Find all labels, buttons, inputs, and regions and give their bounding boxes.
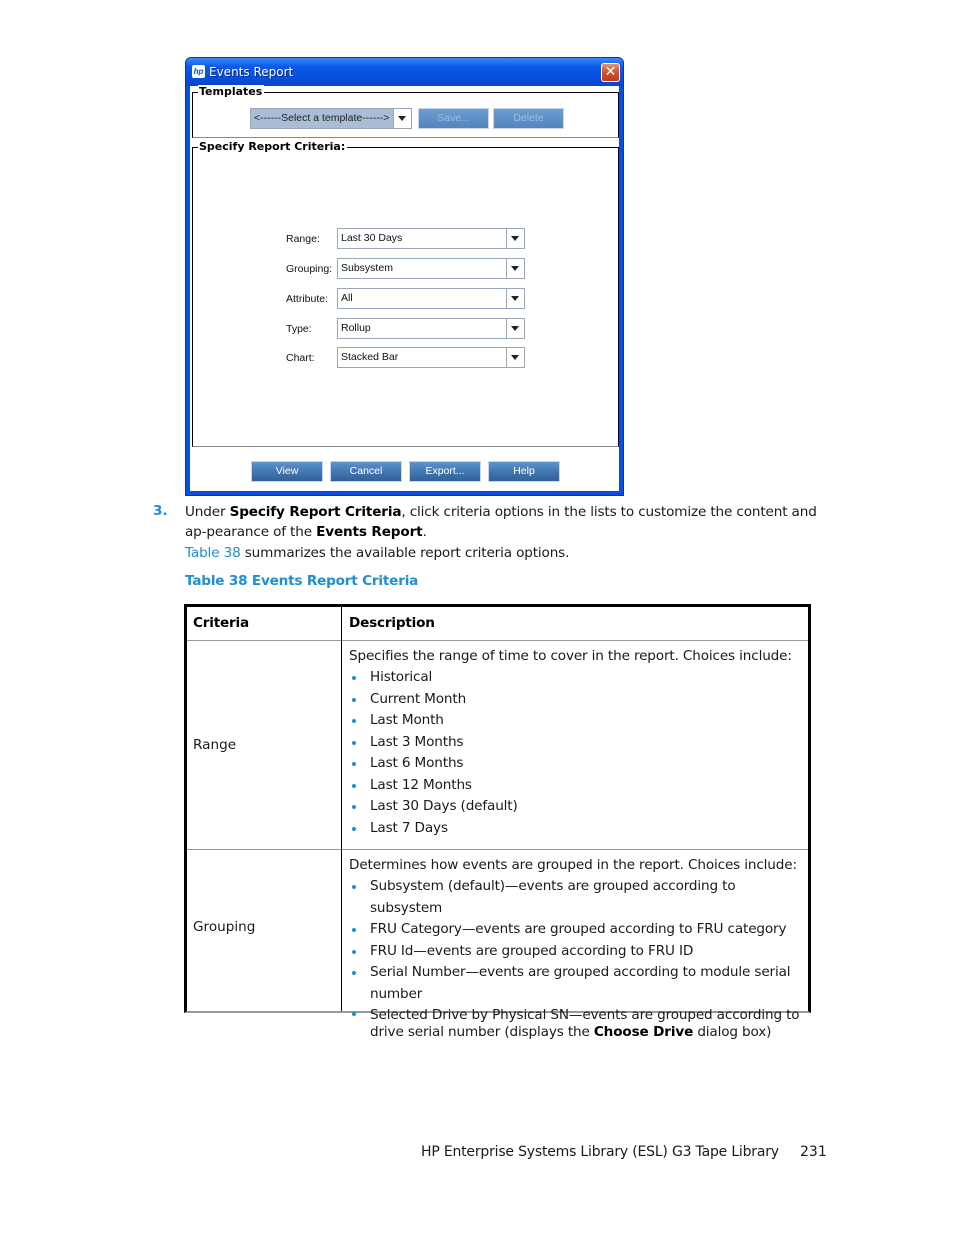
templates-group: Templates <------Select a template------… bbox=[192, 85, 619, 138]
list-item: Last 12 Months bbox=[349, 775, 802, 797]
list-item: Subsystem (default)—events are grouped a… bbox=[349, 876, 802, 919]
description-cell: Determines how events are grouped in the… bbox=[349, 855, 802, 1041]
help-button[interactable]: Help bbox=[488, 461, 560, 482]
table-link[interactable]: Table 38 bbox=[185, 545, 241, 561]
list-item: Selected Drive by Physical SN—events are… bbox=[349, 1005, 802, 1041]
list-item: Last 7 Days bbox=[349, 818, 802, 840]
events-report-dialog: hp Events Report ✕ Templates <------Sele… bbox=[185, 57, 624, 496]
step-instruction: Under Specify Report Criteria, click cri… bbox=[185, 503, 825, 542]
type-label: Type: bbox=[286, 323, 312, 335]
view-button[interactable]: View bbox=[251, 461, 323, 482]
list-item: Last Month bbox=[349, 710, 802, 732]
list-item: Last 6 Months bbox=[349, 753, 802, 775]
grouping-select-value: Subsystem bbox=[341, 262, 393, 274]
chevron-down-icon[interactable] bbox=[506, 289, 524, 308]
step-bold-term: Events Report bbox=[316, 523, 423, 540]
list-item: Current Month bbox=[349, 689, 802, 711]
chart-label: Chart: bbox=[286, 352, 315, 364]
step-bold-term: Specify Report Criteria bbox=[229, 504, 402, 520]
close-icon[interactable]: ✕ bbox=[601, 63, 620, 82]
report-criteria-legend: Specify Report Criteria: bbox=[198, 140, 348, 154]
attribute-select[interactable]: All bbox=[337, 288, 525, 309]
hp-logo-icon: hp bbox=[192, 65, 205, 78]
grouping-select[interactable]: Subsystem bbox=[337, 258, 525, 279]
list-item: Last 3 Months bbox=[349, 732, 802, 754]
list-item-text: dialog box) bbox=[693, 1024, 772, 1040]
criteria-cell: Grouping bbox=[193, 919, 256, 935]
list-item: FRU Category—events are grouped accordin… bbox=[349, 919, 802, 941]
attribute-select-value: All bbox=[341, 292, 353, 304]
template-select[interactable]: <------Select a template------> bbox=[250, 108, 412, 129]
title-bar[interactable]: hp Events Report ✕ bbox=[186, 58, 623, 86]
delete-button[interactable]: Delete bbox=[493, 108, 564, 129]
page-number: 231 bbox=[800, 1144, 827, 1160]
range-select-value: Last 30 Days bbox=[341, 232, 403, 244]
type-select-value: Rollup bbox=[341, 322, 371, 334]
step-text: Under bbox=[185, 504, 230, 520]
attribute-label: Attribute: bbox=[286, 293, 329, 305]
choices-list: Subsystem (default)—events are grouped a… bbox=[349, 876, 802, 1041]
template-select-value: <------Select a template------> bbox=[254, 112, 390, 124]
chart-select[interactable]: Stacked Bar bbox=[337, 347, 525, 368]
report-criteria-group: Specify Report Criteria: Range: Last 30 … bbox=[192, 140, 619, 447]
step-text: . bbox=[422, 523, 427, 540]
grouping-label: Grouping: bbox=[286, 263, 333, 275]
chevron-down-icon[interactable] bbox=[393, 109, 411, 128]
criteria-table: Criteria Description Range Specifies the… bbox=[184, 604, 811, 1040]
step-number: 3. bbox=[153, 503, 168, 519]
summary-paragraph: Table 38 summarizes the available report… bbox=[185, 545, 569, 561]
chevron-down-icon[interactable] bbox=[506, 348, 524, 367]
table-row: Range Specifies the range of time to cov… bbox=[187, 640, 808, 850]
chevron-down-icon[interactable] bbox=[506, 259, 524, 278]
list-item: Serial Number—events are grouped accordi… bbox=[349, 962, 802, 1005]
footer-title: HP Enterprise Systems Library (ESL) G3 T… bbox=[421, 1144, 779, 1160]
table-caption: Table 38 Events Report Criteria bbox=[185, 573, 419, 589]
criteria-cell: Range bbox=[193, 737, 237, 753]
description-intro: Determines how events are grouped in the… bbox=[349, 857, 797, 873]
choices-list: Historical Current Month Last Month Last… bbox=[349, 667, 802, 839]
description-intro: Specifies the range of time to cover in … bbox=[349, 648, 792, 664]
list-item: Last 30 Days (default) bbox=[349, 796, 802, 818]
save-button[interactable]: Save... bbox=[418, 108, 489, 129]
export-button[interactable]: Export... bbox=[409, 461, 481, 482]
list-item: Historical bbox=[349, 667, 802, 689]
cancel-button[interactable]: Cancel bbox=[330, 461, 402, 482]
chevron-down-icon[interactable] bbox=[506, 229, 524, 248]
header-description: Description bbox=[349, 615, 435, 631]
table-row: Grouping Determines how events are group… bbox=[187, 850, 808, 1040]
dialog-title: Events Report bbox=[209, 65, 294, 79]
list-item: FRU Id—events are grouped according to F… bbox=[349, 941, 802, 963]
range-select[interactable]: Last 30 Days bbox=[337, 228, 525, 249]
templates-legend: Templates bbox=[198, 85, 265, 99]
chevron-down-icon[interactable] bbox=[506, 319, 524, 338]
chart-select-value: Stacked Bar bbox=[341, 351, 399, 363]
table-header-row: Criteria Description bbox=[187, 607, 808, 641]
description-cell: Specifies the range of time to cover in … bbox=[349, 646, 802, 839]
type-select[interactable]: Rollup bbox=[337, 318, 525, 339]
range-label: Range: bbox=[286, 233, 320, 245]
column-divider bbox=[341, 607, 342, 1011]
summary-text: summarizes the available report criteria… bbox=[240, 545, 570, 561]
list-item-bold: Choose Drive bbox=[593, 1024, 694, 1040]
header-criteria: Criteria bbox=[193, 615, 249, 631]
dialog-body: Templates <------Select a template------… bbox=[190, 85, 619, 491]
